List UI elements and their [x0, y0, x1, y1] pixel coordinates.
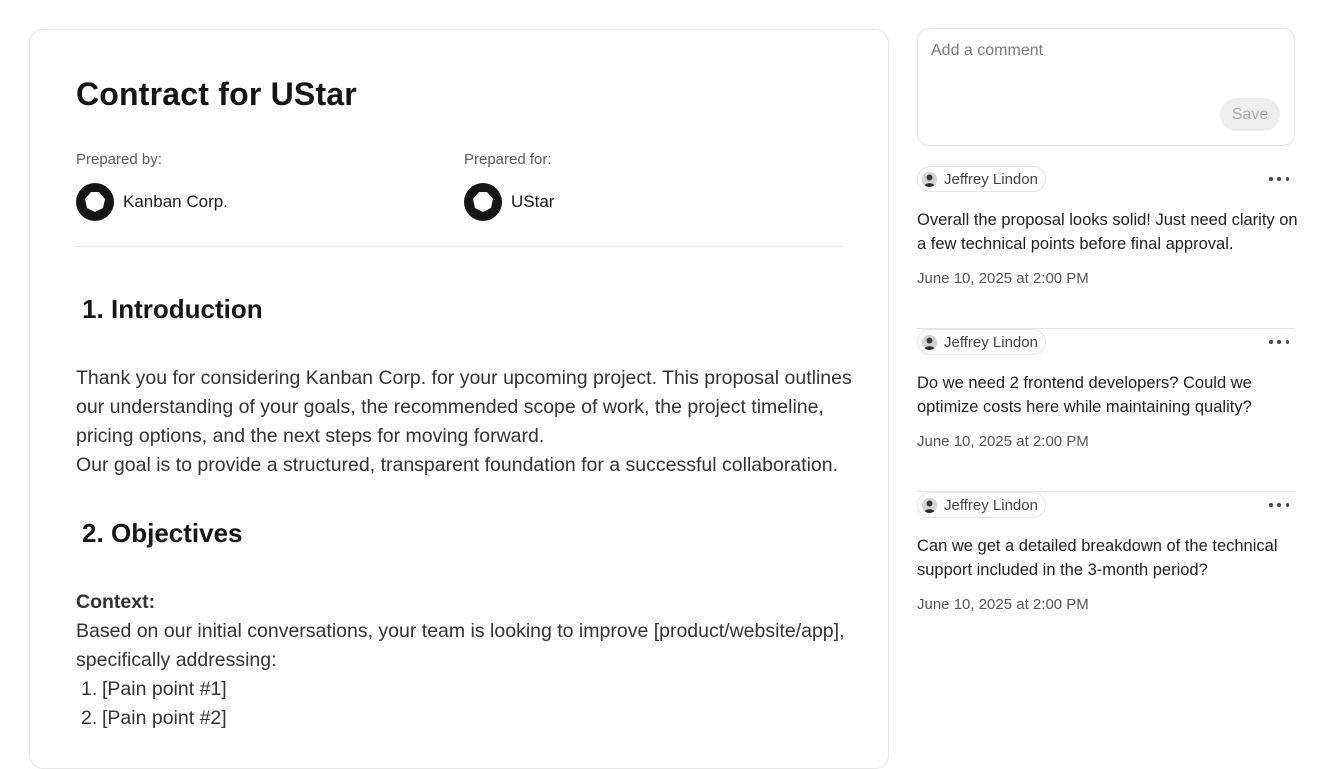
avatar [922, 171, 937, 187]
paragraph-line: Based on our initial conversations, your… [76, 620, 845, 642]
save-comment-button[interactable]: Save [1220, 98, 1280, 131]
comment-line: support included in the 3-month period? [917, 561, 1208, 579]
context-label: Context: [76, 591, 156, 613]
list-item-text: [Pain point #2] [102, 707, 227, 729]
section-heading-objectives: 2. Objectives [82, 518, 243, 549]
comment-author-chip[interactable]: Jeffrey Lindon [917, 492, 1046, 518]
prepared-by-label: Prepared by: [76, 151, 162, 168]
avatar [922, 334, 937, 350]
comment-timestamp: June 10, 2025 at 2:00 PM [917, 433, 1089, 450]
comment-line: optimize costs here while maintaining qu… [917, 398, 1252, 416]
paragraph-line: our understanding of your goals, the rec… [76, 396, 824, 418]
introduction-text: Thank you for considering Kanban Corp. f… [76, 364, 852, 480]
section-heading-introduction: 1. Introduction [82, 294, 263, 325]
prepared-for-name: UStar [511, 192, 555, 211]
comment-author-chip[interactable]: Jeffrey Lindon [917, 166, 1046, 192]
section-number: 2. [82, 518, 104, 548]
list-number: 2. [81, 707, 98, 729]
paragraph-line: Our goal is to provide a structured, tra… [76, 454, 839, 476]
comment-body: Can we get a detailed breakdown of the t… [917, 534, 1295, 582]
comment-input[interactable] [931, 42, 1281, 60]
pain-points-list: 1. [Pain point #1] 2. [Pain point #2] [76, 675, 843, 733]
more-options-icon[interactable] [1269, 497, 1289, 513]
section-title: Objectives [111, 518, 243, 548]
prepared-for-label: Prepared for: [464, 151, 552, 168]
comment-author: Jeffrey Lindon [944, 170, 1038, 188]
section-title: Introduction [111, 294, 263, 324]
client-logo-icon [464, 183, 502, 221]
section-number: 1. [82, 294, 104, 324]
comment-line: Do we need 2 frontend developers? Could … [917, 374, 1252, 392]
comment-item: Jeffrey Lindon Can we get a detailed bre… [917, 492, 1295, 655]
comment-timestamp: June 10, 2025 at 2:00 PM [917, 596, 1089, 613]
paragraph-line: specifically addressing: [76, 649, 277, 671]
comment-thread: Jeffrey Lindon Overall the proposal look… [917, 166, 1298, 655]
objectives-text: Context: Based on our initial conversati… [76, 588, 845, 733]
comment-author: Jeffrey Lindon [944, 496, 1038, 514]
comment-line: a few technical points before final appr… [917, 235, 1234, 253]
avatar [922, 497, 937, 513]
paragraph-line: Thank you for considering Kanban Corp. f… [76, 367, 852, 389]
prepared-by: Prepared by: Kanban Corp. [76, 151, 228, 221]
comment-body: Overall the proposal looks solid! Just n… [917, 208, 1298, 256]
comment-line: Overall the proposal looks solid! Just n… [917, 211, 1298, 229]
comment-item: Jeffrey Lindon Overall the proposal look… [917, 166, 1298, 329]
list-item: 2. [Pain point #2] [76, 704, 843, 733]
comment-author-chip[interactable]: Jeffrey Lindon [917, 329, 1046, 355]
prepared-for: Prepared for: UStar [464, 151, 554, 221]
comment-item: Jeffrey Lindon Do we need 2 frontend dev… [917, 329, 1295, 492]
header-divider [76, 246, 843, 247]
comment-body: Do we need 2 frontend developers? Could … [917, 371, 1295, 419]
comment-composer: Save [917, 28, 1295, 146]
company-logo-icon [76, 183, 114, 221]
more-options-icon[interactable] [1269, 171, 1289, 187]
comment-timestamp: June 10, 2025 at 2:00 PM [917, 270, 1089, 287]
document-title: Contract for UStar [76, 76, 357, 112]
list-item: 1. [Pain point #1] [76, 675, 843, 704]
comment-line: Can we get a detailed breakdown of the t… [917, 537, 1278, 555]
paragraph-line: pricing options, and the next steps for … [76, 425, 545, 447]
more-options-icon[interactable] [1269, 334, 1289, 350]
list-number: 1. [81, 678, 98, 700]
list-item-text: [Pain point #1] [102, 678, 227, 700]
comment-author: Jeffrey Lindon [944, 333, 1038, 351]
prepared-by-name: Kanban Corp. [123, 192, 228, 211]
document-card: Contract for UStar Prepared by: Kanban C… [29, 29, 889, 769]
